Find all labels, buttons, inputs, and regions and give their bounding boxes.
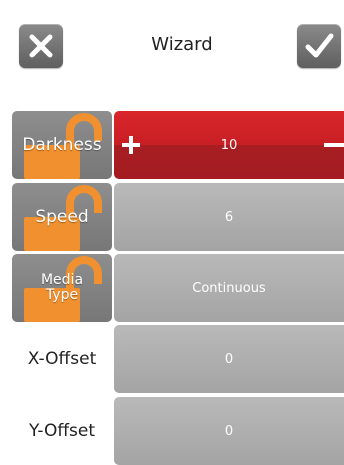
darkness-lock-button[interactable]: Darkness bbox=[12, 111, 112, 179]
close-button[interactable] bbox=[19, 24, 63, 68]
darkness-value: 10 bbox=[220, 137, 238, 153]
checkmark-icon bbox=[305, 33, 334, 58]
confirm-button[interactable] bbox=[297, 24, 341, 68]
minus-icon[interactable] bbox=[322, 134, 344, 156]
x-offset-value: 0 bbox=[224, 351, 234, 367]
page-title: Wizard bbox=[151, 34, 213, 55]
header-bar: Wizard bbox=[0, 0, 344, 110]
plus-icon[interactable] bbox=[120, 134, 142, 156]
media-type-label: Media Type bbox=[40, 272, 84, 303]
speed-value-field[interactable]: 6 bbox=[114, 183, 344, 251]
darkness-value-field[interactable]: 10 bbox=[114, 111, 344, 179]
media-type-value-field[interactable]: Continuous bbox=[114, 254, 344, 322]
darkness-label: Darkness bbox=[22, 134, 102, 155]
x-offset-label: X-Offset bbox=[27, 349, 97, 369]
media-type-lock-button[interactable]: Media Type bbox=[12, 254, 112, 322]
close-x-icon bbox=[29, 34, 53, 58]
speed-label: Speed bbox=[35, 206, 89, 227]
y-offset-label: Y-Offset bbox=[28, 421, 96, 441]
media-type-value: Continuous bbox=[192, 280, 266, 296]
speed-value: 6 bbox=[224, 209, 234, 225]
speed-lock-button[interactable]: Speed bbox=[12, 183, 112, 251]
y-offset-value: 0 bbox=[224, 423, 234, 439]
y-offset-value-field[interactable]: 0 bbox=[114, 397, 344, 465]
x-offset-value-field[interactable]: 0 bbox=[114, 325, 344, 393]
